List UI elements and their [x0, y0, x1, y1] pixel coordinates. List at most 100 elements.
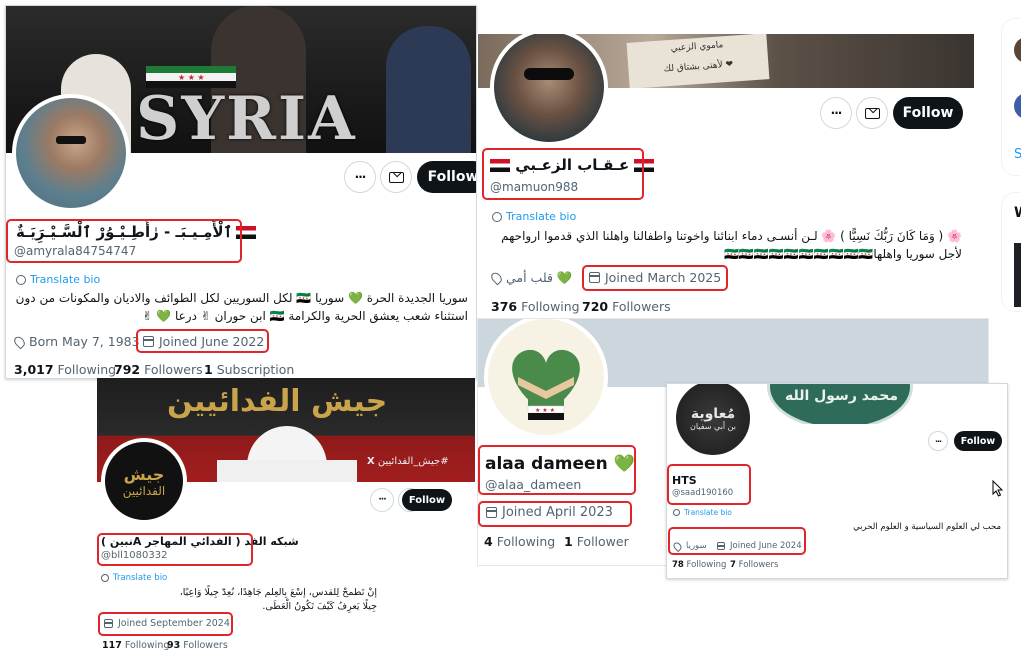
followers-count[interactable]: 1 Follower: [564, 534, 629, 549]
profile-card-hts: محمد رسول الله مُعاوية بن أبي سفيان ··· …: [666, 383, 1008, 579]
profile-avatar[interactable]: مُعاوية بن أبي سفيان: [673, 384, 753, 458]
join-date-text: Joined June 2024: [730, 541, 802, 551]
followers-count[interactable]: 720 Followers: [582, 299, 671, 314]
display-name: HTS: [672, 474, 697, 487]
mouse-cursor-icon: [992, 480, 1004, 497]
syria-flag-icon: [236, 226, 257, 239]
banner-text: محمد رسول الله: [785, 388, 898, 404]
more-icon: ···: [354, 170, 367, 184]
user-handle: @amyrala84754747: [14, 244, 137, 258]
translate-icon: [673, 509, 680, 516]
following-count[interactable]: 78 Following: [672, 560, 726, 570]
following-count[interactable]: 117 Following: [102, 640, 169, 651]
bio-line: سوريا الجديدة الحرة 💚 سوريا 🇸🇾 لكل السور…: [15, 291, 468, 305]
follow-button[interactable]: Follow: [954, 431, 1002, 451]
calendar-icon: [104, 619, 113, 628]
avatar-text: بن أبي سفيان: [690, 421, 736, 431]
display-name-text: ٱلْأَمِـيـبَـ - رٰأَطِـيْـوُرْ ٱلْسَّـيْ…: [16, 223, 233, 241]
more-options-button[interactable]: ···: [344, 161, 376, 193]
avatar-text: الفدائيين: [122, 483, 166, 498]
banner-note-line: لأهتى بشتاق لك ❤: [663, 59, 734, 75]
location-text: قلب أمي 💚: [506, 270, 573, 285]
display-name-text: عـقـاب الزعـبي: [515, 156, 630, 174]
banner-tag: #جيش_الفدائيين X: [367, 456, 449, 467]
message-button[interactable]: [856, 97, 888, 129]
profile-card-bll: جيش الفدائيين #جيش_الفدائيين X جيش الفدا…: [97, 378, 475, 662]
profile-card-mamuon: ماموي الزعبي لأهتى بشتاق لك ❤ ··· Follow…: [477, 33, 975, 320]
sidebar-card-bottom: W: [1001, 192, 1021, 312]
following-count[interactable]: 376 Following: [491, 299, 580, 314]
profile-avatar[interactable]: [12, 94, 130, 212]
avatar-text: جيش: [123, 464, 165, 484]
followers-count[interactable]: 93 Followers: [167, 640, 228, 651]
sidebar-card-top: S: [1001, 18, 1021, 176]
user-handle: @mamuon988: [490, 180, 579, 194]
join-date-text: Joined June 2022: [159, 334, 265, 349]
bio-text: إنْ تَطمحْ لِلقدس، إسْعَ بِالعِلم جَاهِد…: [97, 586, 377, 615]
profile-avatar[interactable]: جيش الفدائيين: [101, 438, 187, 524]
follow-button[interactable]: Follow: [893, 97, 963, 129]
mail-icon: [864, 107, 880, 119]
translate-bio-link[interactable]: Translate bio: [673, 508, 732, 517]
location-pin-icon: [671, 540, 684, 552]
bio-line: جِيلًا يَعرِفُ كَيْفَ تَكُونُ الْعَطَى.: [262, 601, 377, 613]
user-handle: @bll1080332: [101, 550, 168, 561]
bio-text: محب لي العلوم السياسية و العلوم الحربي: [853, 522, 1001, 532]
translate-bio-link[interactable]: Translate bio: [101, 573, 167, 583]
message-button[interactable]: [380, 161, 412, 193]
following-count[interactable]: 4 Following: [484, 534, 555, 549]
birthdate-text: Born May 7, 1983: [29, 334, 140, 349]
translate-bio-link[interactable]: Translate bio: [16, 273, 100, 286]
more-icon: ···: [934, 436, 942, 446]
calendar-icon: [717, 542, 725, 550]
followers-count[interactable]: 7 Followers: [730, 560, 778, 570]
more-icon: ···: [830, 106, 843, 120]
location: قلب أمي 💚: [489, 270, 573, 286]
display-name: ( نبينA شبكه الفد ( الفدائي المهاجر: [101, 535, 299, 548]
follow-button[interactable]: Follow: [402, 489, 452, 511]
translate-label: Translate bio: [506, 210, 577, 223]
join-date: Joined September 2024: [104, 618, 230, 629]
banner-tag-text: #جيش_الفدائيين: [377, 456, 449, 467]
user-handle: @alaa_dameen: [485, 477, 582, 492]
subscriptions-count[interactable]: 1 Subscription: [204, 362, 294, 377]
sidebar-show-more-link[interactable]: S: [1014, 147, 1021, 162]
profile-card-amyrala: SYRIA ★ ★ ★ ··· Follow ٱلْأَمِـيـبَـ - ر…: [5, 5, 477, 379]
banner-note-line: ماموي الزعبي: [670, 40, 724, 54]
svg-text:★ ★ ★: ★ ★ ★: [178, 73, 205, 82]
display-name: ٱلْأَمِـيـبَـ - رٰأَطِـيْـوُرْ ٱلْسَّـيْ…: [16, 223, 257, 241]
bio-line: إنْ تَطمحْ لِلقدس، إسْعَ بِالعِلم جَاهِد…: [179, 587, 377, 598]
follow-button[interactable]: Follow: [417, 161, 476, 193]
sidebar-avatar[interactable]: [1014, 37, 1021, 63]
bio-line: لأجل سوريا واهلها🇸🇾🇸🇾🇸🇾🇸🇾🇸🇾🇸🇾🇸🇾🇸🇾🇸🇾🇸🇾: [723, 247, 962, 261]
join-date: Joined June 2024: [717, 541, 802, 551]
join-date-text: Joined April 2023: [502, 505, 613, 520]
translate-label: Translate bio: [30, 273, 101, 286]
banner-title: جيش الفدائيين: [167, 384, 388, 419]
svg-text:★ ★ ★: ★ ★ ★: [535, 407, 555, 414]
syria-flag-icon: [490, 159, 510, 172]
bio-line: استثناء شعب يعشق الحرية والكرامة 🇸🇾 ابن …: [142, 309, 468, 323]
following-count[interactable]: 3,017 Following: [14, 362, 116, 377]
more-options-button[interactable]: ···: [370, 488, 394, 512]
sidebar-avatar[interactable]: [1014, 93, 1021, 119]
more-options-button[interactable]: ···: [928, 431, 948, 451]
bio-text: سوريا الجديدة الحرة 💚 سوريا 🇸🇾 لكل السور…: [6, 289, 468, 329]
calendar-icon: [143, 336, 154, 347]
followers-count[interactable]: 792 Followers: [114, 362, 203, 377]
banner-flag-decoration: ★ ★ ★: [146, 66, 236, 88]
more-options-button[interactable]: ···: [820, 97, 852, 129]
translate-bio-link[interactable]: Translate bio: [492, 210, 576, 223]
banner-text: SYRIA: [136, 84, 357, 153]
birthdate: Born May 7, 1983: [12, 334, 140, 349]
join-date: Joined April 2023: [486, 505, 613, 520]
profile-avatar[interactable]: [490, 34, 608, 146]
bio-line: 🌸 ( وَمَا كَانَ رَبُّكَ نَسِيًّا ) 🌸 لـن…: [501, 229, 962, 243]
location: سوريا: [671, 540, 707, 552]
profile-avatar[interactable]: ★ ★ ★: [484, 319, 608, 439]
x-logo-icon: X: [367, 456, 375, 467]
location-text: سوريا: [686, 541, 707, 551]
avatar-sunglasses: [56, 136, 86, 144]
sidebar-thumbnail[interactable]: [1014, 243, 1021, 307]
display-name: عـقـاب الزعـبي: [490, 156, 655, 174]
